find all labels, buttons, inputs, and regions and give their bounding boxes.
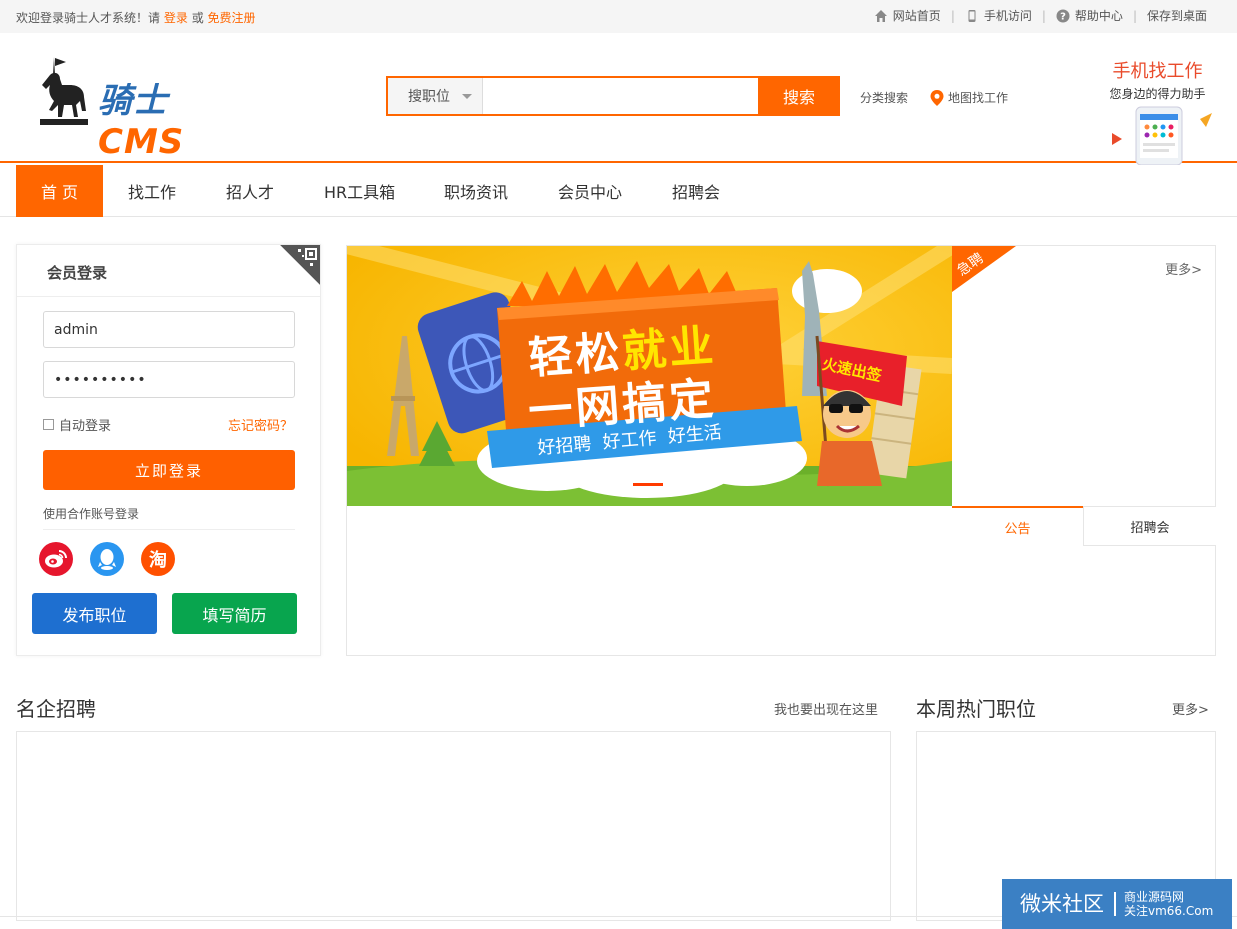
map-pin-icon	[930, 89, 944, 106]
nav-item-job-fair[interactable]: 招聘会	[672, 165, 720, 217]
phone-illustration-icon	[1112, 106, 1212, 165]
username-field[interactable]: admin	[43, 311, 295, 348]
top-link-mobile[interactable]: 手机访问	[955, 7, 1042, 24]
search-input[interactable]	[483, 78, 758, 114]
top-link-mobile-label: 手机访问	[983, 9, 1032, 23]
nav-item-find-job[interactable]: 找工作	[128, 165, 176, 217]
logo-text: 骑士CMS	[98, 73, 236, 162]
famous-companies-panel	[16, 731, 891, 921]
divider	[43, 529, 295, 530]
nav-item-career-news[interactable]: 职场资讯	[444, 165, 508, 217]
qq-glyph-icon	[98, 549, 116, 570]
hot-jobs-title: 本周热门职位	[916, 697, 1036, 721]
search-bar: 搜职位 搜索	[386, 76, 840, 116]
watermark-line-2: 关注vm66.Com	[1124, 904, 1214, 918]
qr-code-icon[interactable]	[280, 245, 320, 285]
login-submit-button[interactable]: 立即登录	[43, 450, 295, 490]
phone-icon	[968, 9, 976, 22]
map-search-link[interactable]: 地图找工作	[930, 89, 1008, 106]
watermark-badge: 微米社区 商业源码网 关注vm66.Com	[1002, 879, 1232, 929]
password-field[interactable]: ••••••••••	[43, 361, 295, 398]
logo-main: 骑士	[98, 81, 168, 121]
category-search-label: 分类搜索	[860, 91, 909, 105]
nav-item-member-center[interactable]: 会员中心	[558, 165, 622, 217]
top-bar: 欢迎登录骑士人才系统！请 登录 或 免费注册 网站首页 | 手机访问 | ? 帮…	[0, 0, 1237, 33]
fill-resume-button[interactable]: 填写简历	[172, 593, 297, 634]
forgot-password-link[interactable]: 忘记密码？	[228, 415, 293, 434]
logo-cms: CMS	[98, 122, 185, 162]
hot-jobs-more-link[interactable]: 更多>	[1172, 699, 1209, 718]
urgent-jobs-panel: 急聘 更多>	[952, 246, 1216, 506]
watermark-lines: 商业源码网 关注vm66.Com	[1116, 890, 1213, 918]
watermark-line-1: 商业源码网	[1124, 890, 1185, 904]
register-link[interactable]: 免费注册	[208, 11, 256, 25]
chevron-down-icon	[462, 93, 472, 99]
promo-banner[interactable]: 轻松就业 一网搞定 好招聘 好工作 好生活 火速出签	[347, 246, 952, 506]
top-link-home[interactable]: 网站首页	[864, 7, 951, 24]
help-icon: ?	[1056, 9, 1070, 22]
tab-notice[interactable]: 公告	[952, 506, 1083, 546]
main-content-box: 轻松就业 一网搞定 好招聘 好工作 好生活 火速出签 急聘 更多> 公告 招聘会	[346, 245, 1216, 656]
mobile-promo[interactable]: 手机找工作 您身边的得力助手	[1100, 57, 1215, 165]
login-title: 会员登录	[47, 264, 108, 282]
top-link-save-desktop[interactable]: 保存到桌面	[1137, 7, 1217, 24]
weibo-icon[interactable]	[39, 542, 73, 576]
header: 骑士CMS 搜职位 搜索 分类搜索 地图找工作 手机找工作 您身边的得力助手	[0, 33, 1237, 165]
member-login-box: 会员登录 admin •••••••••• 自动登录 忘记密码？ 立即登录 使用…	[16, 244, 321, 656]
coop-login-label: 使用合作账号登录	[43, 507, 140, 521]
notice-tabs: 公告 招聘会	[952, 506, 1216, 546]
main-nav: 首 页 找工作 招人才 HR工具箱 职场资讯 会员中心 招聘会	[0, 165, 1237, 217]
login-link[interactable]: 登录	[164, 11, 188, 25]
taobao-icon[interactable]: 淘	[141, 542, 175, 576]
auto-login-checkbox[interactable]: 自动登录	[43, 415, 111, 434]
checkbox-box[interactable]	[43, 419, 54, 430]
site-logo[interactable]: 骑士CMS	[36, 55, 236, 162]
weibo-glyph-icon	[45, 550, 67, 568]
map-search-label: 地图找工作	[948, 91, 1009, 105]
or-text: 或	[191, 11, 204, 25]
search-type-label: 搜职位	[408, 89, 450, 105]
auto-login-label: 自动登录	[59, 419, 112, 434]
welcome-text: 欢迎登录骑士人才系统！请 登录 或 免费注册	[16, 9, 256, 26]
post-job-button[interactable]: 发布职位	[32, 593, 157, 634]
home-icon	[874, 9, 887, 22]
top-links: 网站首页 | 手机访问 | ? 帮助中心 | 保存到桌面	[864, 7, 1217, 24]
urgent-more-link[interactable]: 更多>	[1165, 259, 1202, 278]
tab-job-fair[interactable]: 招聘会	[1083, 506, 1216, 546]
nav-item-find-talent[interactable]: 招人才	[226, 165, 274, 217]
welcome-prefix: 欢迎登录骑士人才系统！请	[16, 11, 161, 25]
category-search-link[interactable]: 分类搜索	[860, 89, 908, 106]
famous-companies-title: 名企招聘	[16, 697, 96, 721]
mobile-promo-subtitle: 您身边的得力助手	[1109, 87, 1206, 101]
top-link-save-label: 保存到桌面	[1146, 9, 1207, 23]
nav-item-hr-toolbox[interactable]: HR工具箱	[324, 165, 395, 217]
qq-icon[interactable]	[90, 542, 124, 576]
mobile-promo-title: 手机找工作	[1112, 61, 1203, 82]
nav-item-home[interactable]: 首 页	[16, 165, 103, 217]
search-type-select[interactable]: 搜职位	[388, 78, 483, 114]
svg-text:?: ?	[1060, 11, 1066, 22]
knight-logo-icon	[40, 57, 88, 125]
divider	[17, 296, 320, 297]
watermark-main: 微米社区	[1002, 892, 1116, 916]
top-link-home-label: 网站首页	[892, 9, 941, 23]
famous-companies-link[interactable]: 我也要出现在这里	[774, 699, 878, 718]
search-button[interactable]: 搜索	[758, 76, 840, 116]
top-link-help[interactable]: ? 帮助中心	[1046, 7, 1133, 24]
top-link-help-label: 帮助中心	[1074, 9, 1123, 23]
